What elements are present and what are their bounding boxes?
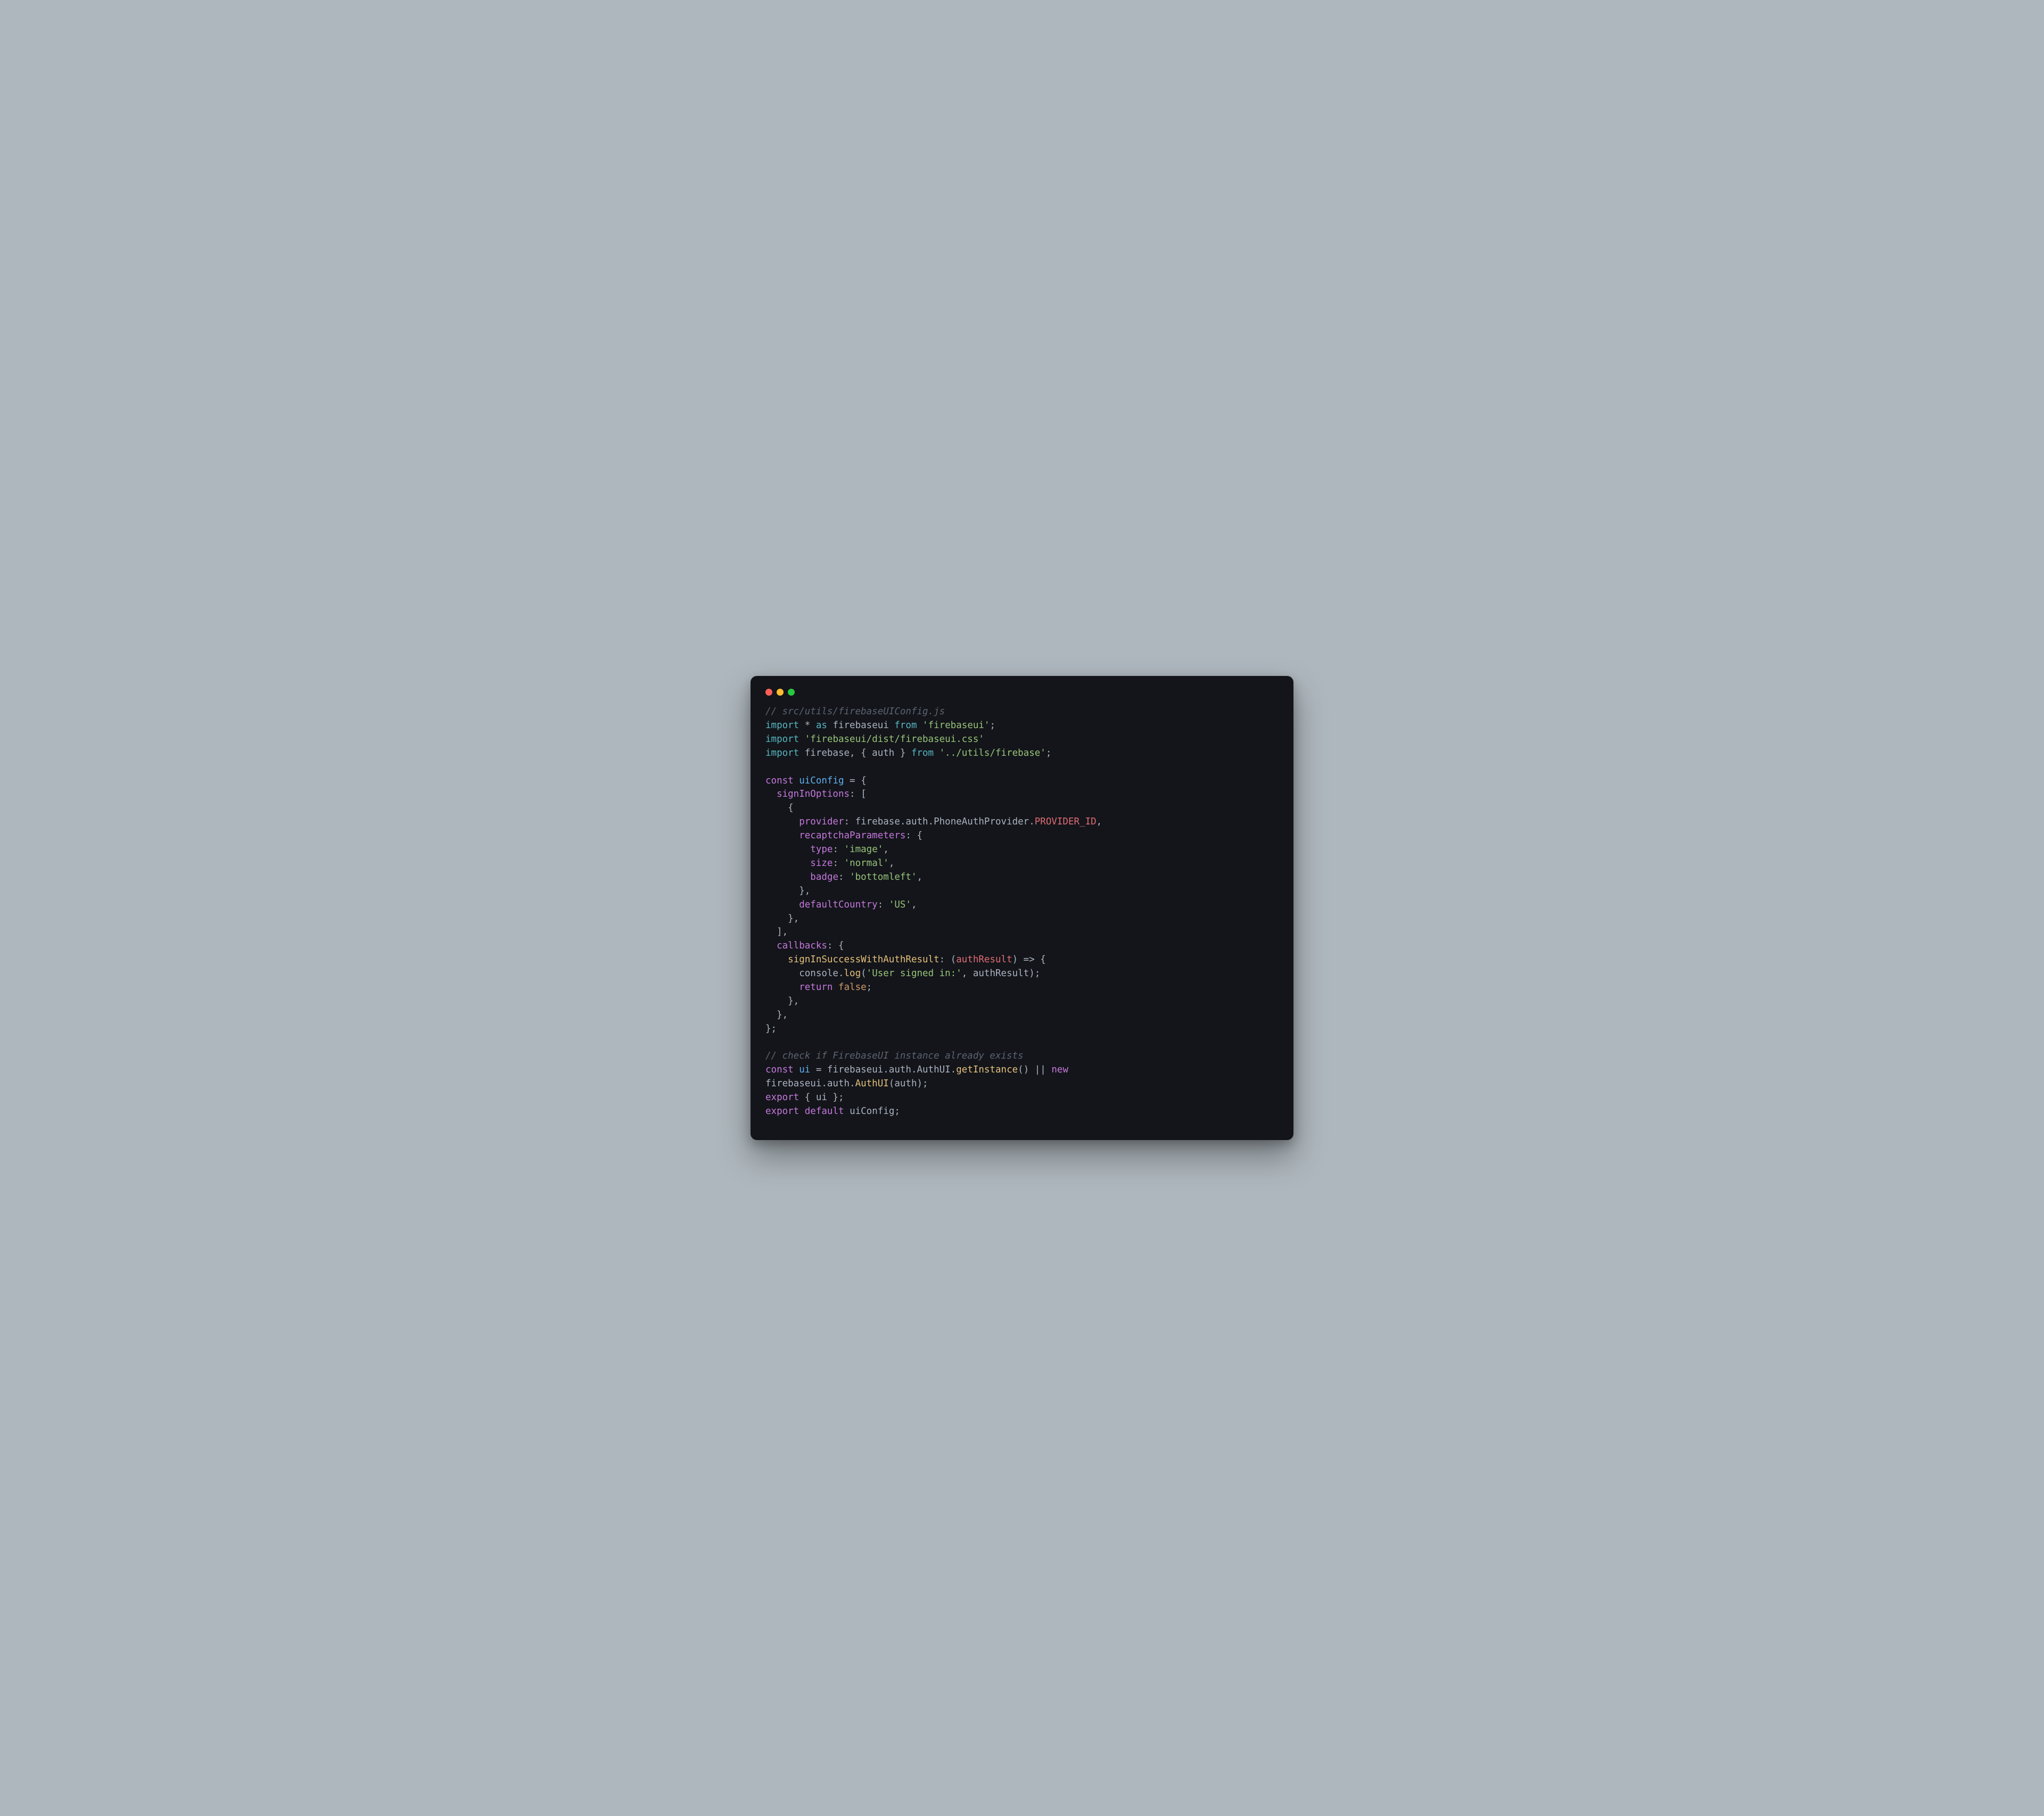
comment: // check if FirebaseUI instance already … (765, 1051, 1024, 1061)
close-icon[interactable] (765, 689, 772, 696)
maximize-icon[interactable] (788, 689, 795, 696)
comment: // src/utils/firebaseUIConfig.js (765, 706, 945, 717)
window-controls (765, 689, 1279, 705)
minimize-icon[interactable] (777, 689, 784, 696)
code-window: // src/utils/firebaseUIConfig.js import … (751, 676, 1293, 1140)
code-block: // src/utils/firebaseUIConfig.js import … (765, 705, 1279, 1119)
